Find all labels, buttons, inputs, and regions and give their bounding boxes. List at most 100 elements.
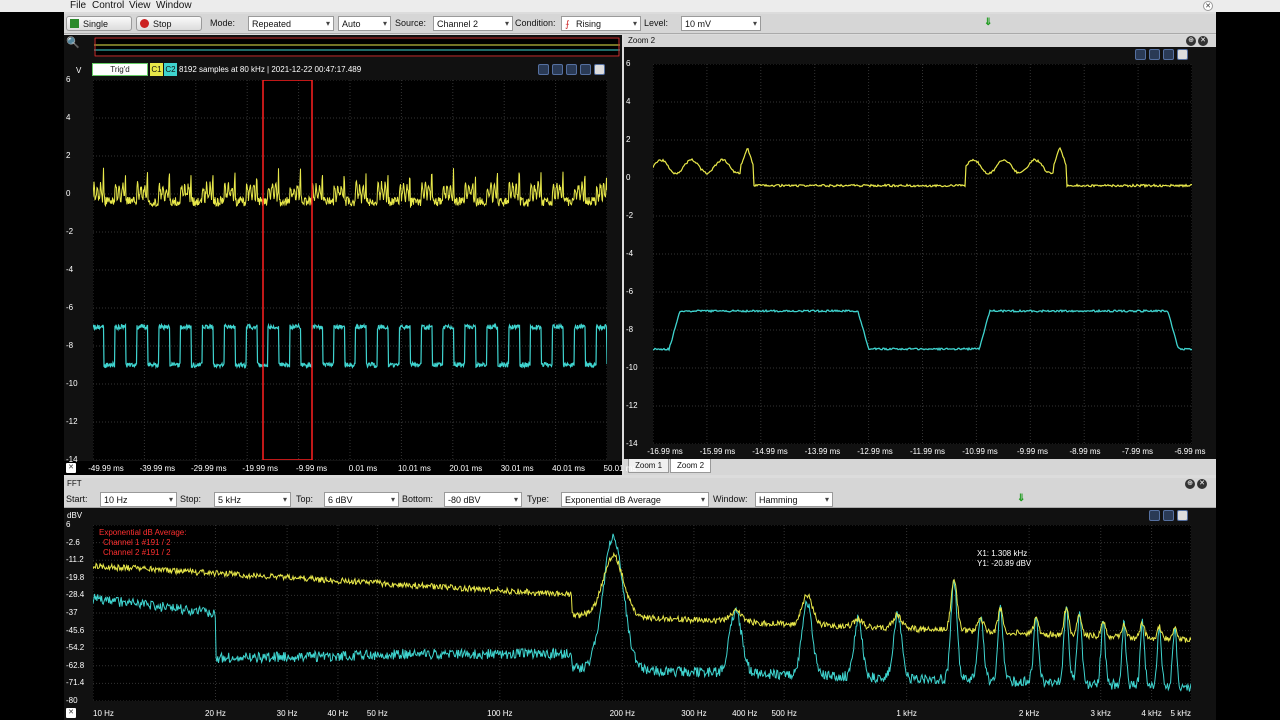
auto-select[interactable]: Auto [338, 16, 391, 31]
zoom-titlebar: Zoom 2 ⊕ ✕ [624, 35, 1216, 47]
zoom-settings-icon[interactable] [1177, 49, 1188, 60]
menu-view[interactable]: View [129, 0, 151, 12]
settings-icon[interactable] [594, 64, 605, 75]
fft-bottom-select[interactable]: -80 dBV [444, 492, 522, 507]
fft-x-tick: 4 kHz [1141, 709, 1162, 718]
menu-window[interactable]: Window [156, 0, 192, 12]
rising-edge-icon: ⨍ [565, 19, 570, 29]
fft-y-tick: -19.8 [66, 572, 85, 582]
zoom-align-right-icon[interactable] [1163, 49, 1174, 60]
zoom-x-tick: -10.99 ms [962, 447, 998, 456]
fft-titlebar: FFT ⊕ ✕ [64, 478, 1216, 491]
scope-x-tick: 10.01 ms [397, 464, 431, 473]
fft-x-tick: 500 Hz [771, 709, 797, 718]
channel1-badge[interactable]: C1 [150, 63, 163, 76]
fft-y-tick: -11.2 [66, 555, 84, 565]
app-window: File Control View Window ✕ Single Stop M… [0, 0, 1280, 720]
scope-ch2-trace [93, 322, 607, 370]
fft-stop-select[interactable]: 5 kHz [214, 492, 291, 507]
zoom-traces [653, 64, 1192, 444]
mode-label: Mode: [210, 18, 236, 28]
zoom-y-tick: -8 [626, 325, 634, 334]
scope-plot[interactable] [93, 80, 607, 460]
fft-y-unit: dBV [67, 511, 83, 520]
window-close-icon[interactable]: ✕ [1203, 1, 1213, 11]
scope-y-tick: 2 [66, 151, 71, 160]
condition-select[interactable]: ⨍ Rising [561, 16, 641, 31]
align-center-icon[interactable] [566, 64, 577, 75]
align-right-icon[interactable] [580, 64, 591, 75]
zoom-x-tick: -16.99 ms [647, 447, 683, 456]
fft-title: FFT [67, 479, 82, 488]
zoom-y-tick: -14 [626, 439, 638, 448]
zoom-y-tick: 4 [626, 97, 631, 106]
fft-y-tick: -45.6 [66, 625, 85, 635]
fft-cursor-x: X1: 1.308 kHz [977, 549, 1028, 558]
zoom-search-icon[interactable]: 🔍 [66, 36, 80, 49]
fft-x-tick: 300 Hz [681, 709, 707, 718]
align-left-icon[interactable] [552, 64, 563, 75]
zoom-maximize-icon[interactable]: ⊕ [1186, 36, 1196, 46]
fft-x-tick: 400 Hz [732, 709, 758, 718]
zoom-align-center-icon[interactable] [1149, 49, 1160, 60]
mode-select[interactable]: Repeated [248, 16, 334, 31]
scope-y-tick: -14 [66, 455, 78, 464]
fft-bottom-close-icon[interactable]: ✕ [66, 708, 76, 718]
zoom-y-tick: -10 [626, 363, 638, 372]
source-select[interactable]: Channel 2 [433, 16, 513, 31]
scope-y-tick: -8 [66, 341, 74, 350]
zoom-x-tick: -15.99 ms [699, 447, 736, 456]
overview-strip[interactable] [94, 37, 620, 57]
menu-file[interactable]: File [70, 0, 86, 12]
capture-info: 8192 samples at 80 kHz | 2021-12-22 00:4… [179, 65, 362, 74]
fft-y-tick: -80 [66, 696, 78, 705]
fft-expand-arrow-icon[interactable]: ⇓ [1017, 492, 1025, 507]
scope-y-tick: 0 [66, 189, 71, 198]
zoom-align-left-icon[interactable] [1135, 49, 1146, 60]
fft-close-icon[interactable]: ✕ [1197, 479, 1207, 489]
scope-x-tick: -39.99 ms [139, 464, 176, 473]
toolbar: Single Stop Mode: Repeated Auto Source: … [64, 14, 1216, 34]
tab-zoom-2[interactable]: Zoom 2 [670, 459, 712, 473]
zoom-plot[interactable] [653, 64, 1192, 444]
fft-toolbar: Start: 10 Hz Stop: 5 kHz Top: 6 dBV Bott… [64, 491, 1216, 508]
fft-settings-icon[interactable] [1177, 510, 1188, 521]
fft-plot[interactable]: Exponential dB Average: Channel 1 #191 /… [93, 525, 1191, 701]
fft-start-label: Start: [66, 494, 88, 504]
scope-traces [93, 80, 607, 460]
fft-start-select[interactable]: 10 Hz [100, 492, 177, 507]
zoom-y-tick: -4 [626, 249, 634, 258]
zoom-title: Zoom 2 [628, 36, 656, 45]
stop-button[interactable]: Stop [136, 16, 202, 31]
scope-close-icon[interactable]: ✕ [66, 463, 76, 473]
fft-cursor-readout: X1: 1.308 kHz Y1: -20.89 dBV [977, 549, 1031, 569]
scope-x-tick: -19.99 ms [242, 464, 278, 473]
fft-align-center-icon[interactable] [1163, 510, 1174, 521]
zoom-x-tick: -6.99 ms [1174, 447, 1206, 456]
fft-window-select[interactable]: Hamming [755, 492, 833, 507]
fft-top-select[interactable]: 6 dBV [324, 492, 399, 507]
level-input[interactable]: 10 mV [681, 16, 761, 31]
fft-y-tick: -71.4 [66, 678, 85, 688]
fft-x-tick: 30 Hz [276, 709, 298, 718]
zoom-close-icon[interactable]: ✕ [1198, 36, 1208, 46]
zoom-y-tick: 2 [626, 135, 631, 144]
zoom-icon[interactable] [538, 64, 549, 75]
trigger-status-badge: Trig'd [92, 63, 148, 76]
fft-maximize-icon[interactable]: ⊕ [1185, 479, 1195, 489]
fft-legend-title: Exponential dB Average: [99, 528, 187, 537]
scope-x-tick: -29.99 ms [191, 464, 227, 473]
fft-x-tick: 50 Hz [366, 709, 388, 718]
zoom-tabbar: Zoom 1 Zoom 2 [624, 459, 1216, 475]
fft-x-tick: 1 kHz [896, 709, 917, 718]
fft-legend-ch2: Channel 2 #191 / 2 [103, 548, 171, 557]
level-label: Level: [644, 18, 669, 28]
fft-type-select[interactable]: Exponential dB Average [561, 492, 709, 507]
menu-control[interactable]: Control [92, 0, 124, 12]
fft-x-tick: 3 kHz [1090, 709, 1111, 718]
fft-align-left-icon[interactable] [1149, 510, 1160, 521]
scope-y-tick: -6 [66, 303, 74, 312]
single-button[interactable]: Single [66, 16, 132, 31]
expand-arrow-icon[interactable]: ⇓ [984, 16, 992, 31]
channel2-badge[interactable]: C2 [164, 63, 177, 76]
